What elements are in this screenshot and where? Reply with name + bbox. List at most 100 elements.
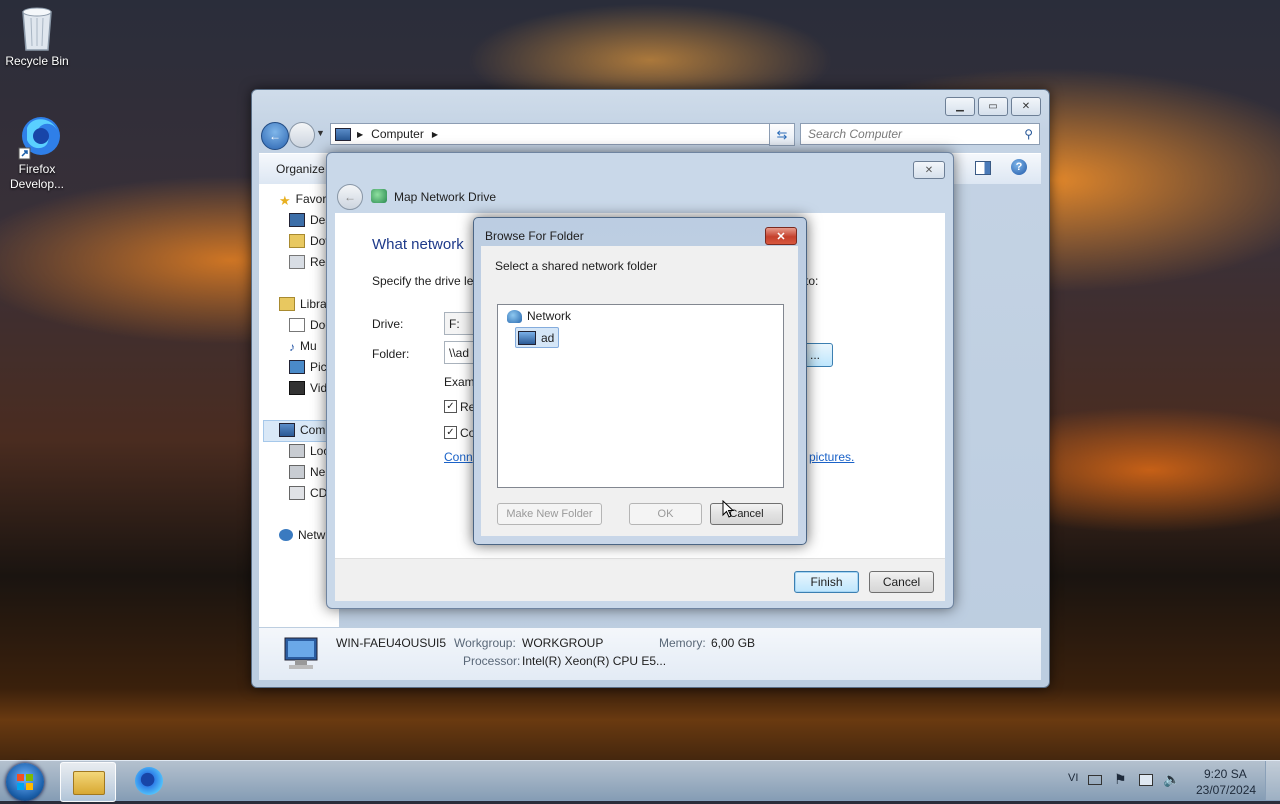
windows-logo-icon	[17, 774, 33, 790]
search-input[interactable]: Search Computer ⚲	[800, 123, 1040, 145]
action-center-flag-icon[interactable]: ⚑	[1114, 771, 1127, 788]
history-dropdown-icon[interactable]: ▼	[316, 128, 325, 138]
ok-button[interactable]: OK	[629, 503, 702, 525]
address-bar[interactable]: ▶ Computer ▶ ▼	[330, 123, 794, 145]
window-controls: ▁ ▭ ✕	[945, 97, 1041, 116]
dialog-heading: What network	[372, 236, 464, 253]
firefox-developer-icon	[17, 114, 60, 160]
taskbar-explorer-button[interactable]	[60, 762, 116, 802]
back-button[interactable]: ←	[337, 184, 363, 210]
tree-item-network[interactable]: Network	[507, 309, 571, 323]
close-button[interactable]: ✕	[1011, 97, 1041, 116]
finish-button[interactable]: Finish	[794, 571, 859, 593]
cancel-button[interactable]: Cancel	[710, 503, 783, 525]
minimize-button[interactable]: ▁	[945, 97, 975, 116]
browse-for-folder-dialog: Browse For Folder ✕ Select a shared netw…	[473, 217, 807, 545]
connect-website-link-tail[interactable]: pictures.	[809, 450, 854, 464]
chevron-right-icon: ▶	[431, 129, 438, 139]
instruction-text-tail: to:	[805, 274, 819, 288]
taskbar: VI ⚑ 🔈 9:20 SA 23/07/2024	[0, 760, 1280, 802]
nav-item-documents[interactable]: Doc	[289, 318, 331, 332]
volume-icon[interactable]: 🔈	[1163, 771, 1180, 788]
nav-item-computer[interactable]: Com	[279, 423, 325, 437]
refresh-button[interactable]: ⇆	[769, 123, 795, 146]
libraries-icon	[279, 297, 295, 311]
close-button[interactable]: ✕	[765, 227, 797, 245]
music-icon: ♪	[289, 340, 295, 354]
cd-drive-icon	[289, 486, 305, 500]
nav-item-recent[interactable]: Rec	[289, 255, 331, 269]
nav-item-cd-drive[interactable]: CD	[289, 486, 327, 500]
clock-date[interactable]: 23/07/2024	[1196, 783, 1256, 797]
refresh-icon: ⇆	[776, 126, 788, 142]
search-icon: ⚲	[1024, 127, 1033, 141]
help-icon[interactable]: ?	[1011, 159, 1027, 175]
reconnect-checkbox[interactable]: ✓	[444, 400, 457, 413]
firefox-developer-icon	[135, 767, 163, 795]
back-arrow-icon: ←	[269, 129, 281, 143]
example-text: Exam	[444, 375, 475, 389]
documents-icon	[289, 318, 305, 332]
chevron-right-icon: ▶	[357, 129, 364, 139]
network-drive-icon	[371, 189, 387, 203]
mouse-cursor-icon	[722, 499, 735, 522]
network-icon	[279, 529, 293, 541]
connect-website-link[interactable]: Conn	[444, 450, 473, 464]
preview-pane-icon[interactable]	[975, 161, 991, 175]
maximize-button[interactable]: ▭	[978, 97, 1008, 116]
videos-icon	[289, 381, 305, 395]
nav-item-libraries[interactable]: Libra	[279, 297, 327, 311]
computer-icon	[335, 127, 351, 141]
desktop-icon-recycle-bin[interactable]: Recycle Bin	[0, 6, 77, 68]
folder-label: Folder:	[372, 347, 410, 361]
nav-item-network[interactable]: Netw	[279, 528, 325, 542]
folder-tree[interactable]: Network ad	[497, 304, 784, 488]
maximize-icon: ▭	[988, 101, 998, 112]
dialog-body: Select a shared network folder Network a…	[481, 246, 798, 536]
recent-places-icon	[289, 255, 305, 269]
start-button[interactable]	[6, 763, 44, 801]
desktop-icon-label: Firefox Develop...	[9, 162, 65, 191]
downloads-icon	[289, 234, 305, 248]
computer-icon	[279, 423, 295, 437]
memory-value: 6,00 GB	[711, 636, 756, 650]
close-icon: ✕	[924, 164, 934, 176]
nav-item-music[interactable]: ♪ Mu	[289, 339, 317, 354]
network-icon	[507, 309, 522, 323]
computer-icon	[279, 636, 321, 672]
keyboard-icon[interactable]	[1088, 775, 1102, 785]
network-computer-icon	[518, 330, 536, 345]
cancel-button[interactable]: Cancel	[869, 571, 934, 593]
organize-button[interactable]: Organize	[276, 162, 325, 176]
minimize-icon: ▁	[956, 101, 964, 112]
desktop-icon-firefox-developer[interactable]: Firefox Develop...	[0, 114, 77, 192]
nav-item-videos[interactable]: Vid	[289, 381, 327, 395]
desktop-icon-label: Recycle Bin	[5, 54, 69, 68]
pictures-icon	[289, 360, 305, 374]
back-button[interactable]: ←	[261, 122, 289, 150]
folder-icon	[73, 771, 105, 795]
search-placeholder: Search Computer	[808, 127, 903, 141]
nav-item-favorites[interactable]: ★ Favor	[279, 192, 326, 208]
forward-button[interactable]	[289, 122, 315, 148]
local-disk-icon	[289, 444, 305, 458]
address-path: Computer	[371, 127, 424, 141]
computer-name: WIN-FAEU4OUSUI5	[336, 636, 447, 650]
workgroup-label: Workgroup:	[454, 636, 516, 650]
nav-item-network-drive[interactable]: Ne	[289, 465, 325, 479]
show-desktop-button[interactable]	[1265, 761, 1280, 800]
make-new-folder-button[interactable]: Make New Folder	[497, 503, 602, 525]
language-indicator[interactable]: VI	[1068, 772, 1078, 784]
nav-item-desktop[interactable]: Des	[289, 213, 331, 227]
dialog-title: Map Network Drive	[394, 190, 497, 204]
taskbar-firefox-button[interactable]	[122, 762, 176, 800]
nav-item-local-disk[interactable]: Loc	[289, 444, 329, 458]
tree-item-ad[interactable]: ad	[515, 327, 560, 348]
nav-item-downloads[interactable]: Dov	[289, 234, 331, 248]
dialog-footer: Finish Cancel	[335, 558, 945, 601]
clock-time[interactable]: 9:20 SA	[1204, 767, 1247, 781]
network-tray-icon[interactable]	[1139, 774, 1153, 786]
close-button[interactable]: ✕	[913, 161, 945, 179]
nav-item-pictures[interactable]: Pic	[289, 360, 327, 374]
different-credentials-checkbox[interactable]: ✓	[444, 426, 457, 439]
